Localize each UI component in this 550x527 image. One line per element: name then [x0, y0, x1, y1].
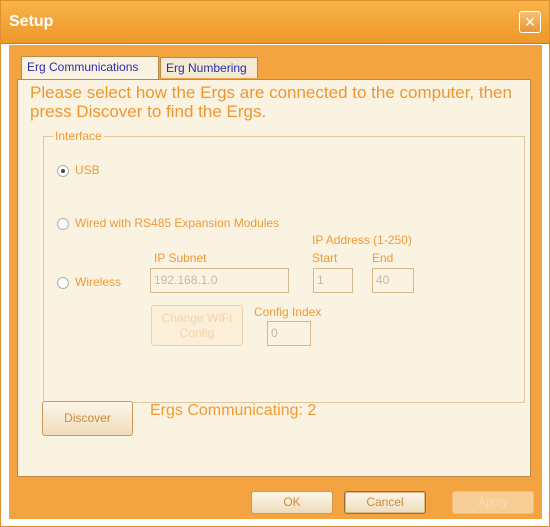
discover-label: Discover	[64, 411, 111, 425]
config-index-field[interactable]: 0	[267, 321, 311, 346]
tab-erg-communications[interactable]: Erg Communications	[21, 56, 159, 79]
ergs-communicating-status: Ergs Communicating: 2	[150, 402, 317, 419]
tab-label: Erg Numbering	[166, 61, 247, 75]
setup-dialog: Setup × Erg Communications Erg Numbering…	[0, 0, 550, 527]
apply-button[interactable]: Apply	[452, 491, 534, 514]
ip-subnet-label: IP Subnet	[154, 251, 207, 265]
title-bar[interactable]: Setup ×	[1, 1, 549, 44]
ip-subnet-field[interactable]: 192.168.1.0	[150, 268, 289, 293]
end-label: End	[372, 251, 394, 265]
dialog-body: Erg Communications Erg Numbering Please …	[9, 45, 542, 519]
ip-subnet-value: 192.168.1.0	[154, 273, 218, 287]
ip-start-field[interactable]: 1	[313, 268, 353, 293]
usb-label[interactable]: USB	[75, 163, 100, 177]
window-title: Setup	[9, 13, 54, 30]
start-label: Start	[312, 251, 338, 265]
ok-button[interactable]: OK	[251, 491, 333, 514]
ip-address-range-label: IP Address (1-250)	[312, 233, 412, 247]
ip-start-value: 1	[317, 273, 324, 287]
tab-erg-numbering[interactable]: Erg Numbering	[160, 57, 258, 78]
change-wifi-config-button[interactable]: Change WIFI Config	[151, 305, 243, 346]
wireless-radio[interactable]	[57, 277, 69, 289]
interface-legend: Interface	[53, 129, 104, 143]
cancel-label: Cancel	[366, 495, 404, 509]
ip-end-field[interactable]: 40	[372, 268, 414, 293]
usb-radio[interactable]	[57, 165, 69, 177]
cancel-button[interactable]: Cancel	[344, 491, 426, 514]
ok-label: OK	[283, 495, 301, 509]
config-index-label: Config Index	[254, 305, 322, 319]
apply-label: Apply	[477, 495, 509, 509]
wired-rs485-label[interactable]: Wired with RS485 Expansion Modules	[75, 216, 279, 230]
wireless-label[interactable]: Wireless	[75, 275, 121, 289]
close-button[interactable]: ×	[519, 11, 541, 33]
close-icon: ×	[524, 12, 536, 32]
config-index-value: 0	[271, 326, 278, 340]
instructions-text: Please select how the Ergs are connected…	[30, 83, 512, 121]
change-wifi-config-label: Change WIFI Config	[161, 311, 233, 340]
wired-rs485-radio[interactable]	[57, 218, 69, 230]
tab-label: Erg Communications	[27, 60, 139, 74]
ip-end-value: 40	[376, 273, 390, 287]
discover-button[interactable]: Discover	[42, 401, 133, 436]
